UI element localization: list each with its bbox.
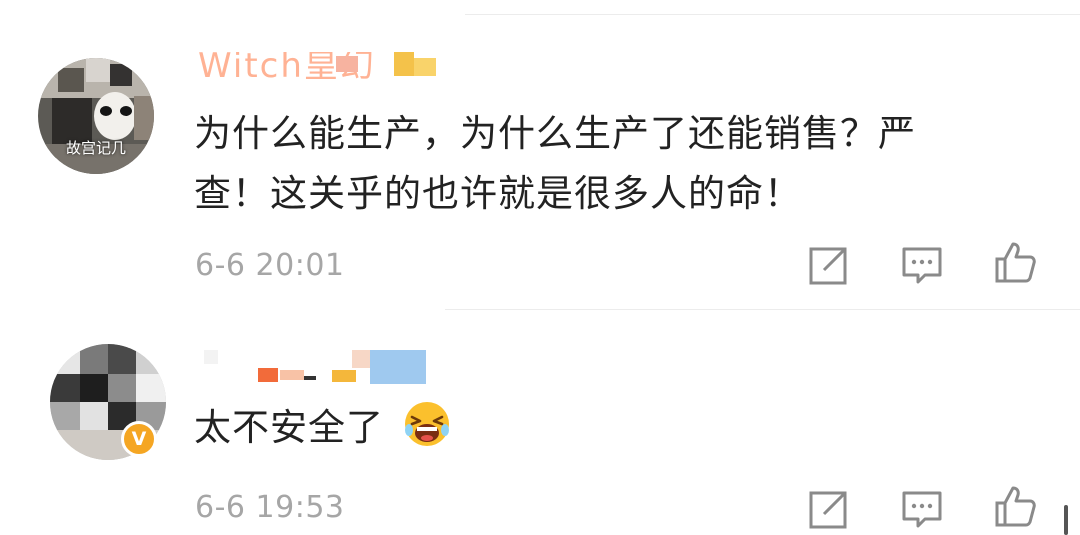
username[interactable]: Witch皇幻 <box>198 52 458 84</box>
username[interactable] <box>200 350 430 386</box>
comment-icon[interactable] <box>900 244 944 288</box>
comment-divider <box>445 309 1080 310</box>
comment-text: 为什么能生产，为什么生产了还能销售？严 查！这关乎的也许就是很多人的命！ <box>194 112 916 215</box>
crying-laugh-emoji-icon <box>404 402 449 446</box>
avatar-caption: 故宫记几 <box>65 139 126 157</box>
like-icon[interactable] <box>993 240 1037 284</box>
share-icon[interactable] <box>806 244 850 288</box>
scrollbar[interactable] <box>1064 505 1068 535</box>
avatar[interactable]: 故宫记几 <box>38 58 154 174</box>
top-divider <box>465 14 1080 15</box>
share-icon[interactable] <box>806 488 850 532</box>
like-icon[interactable] <box>993 484 1037 528</box>
timestamp: 6-6 19:53 <box>195 490 345 525</box>
comment-text: 太不安全了 <box>194 398 614 458</box>
comment-icon[interactable] <box>900 488 944 532</box>
verified-badge: V <box>121 421 157 457</box>
timestamp: 6-6 20:01 <box>195 248 345 283</box>
